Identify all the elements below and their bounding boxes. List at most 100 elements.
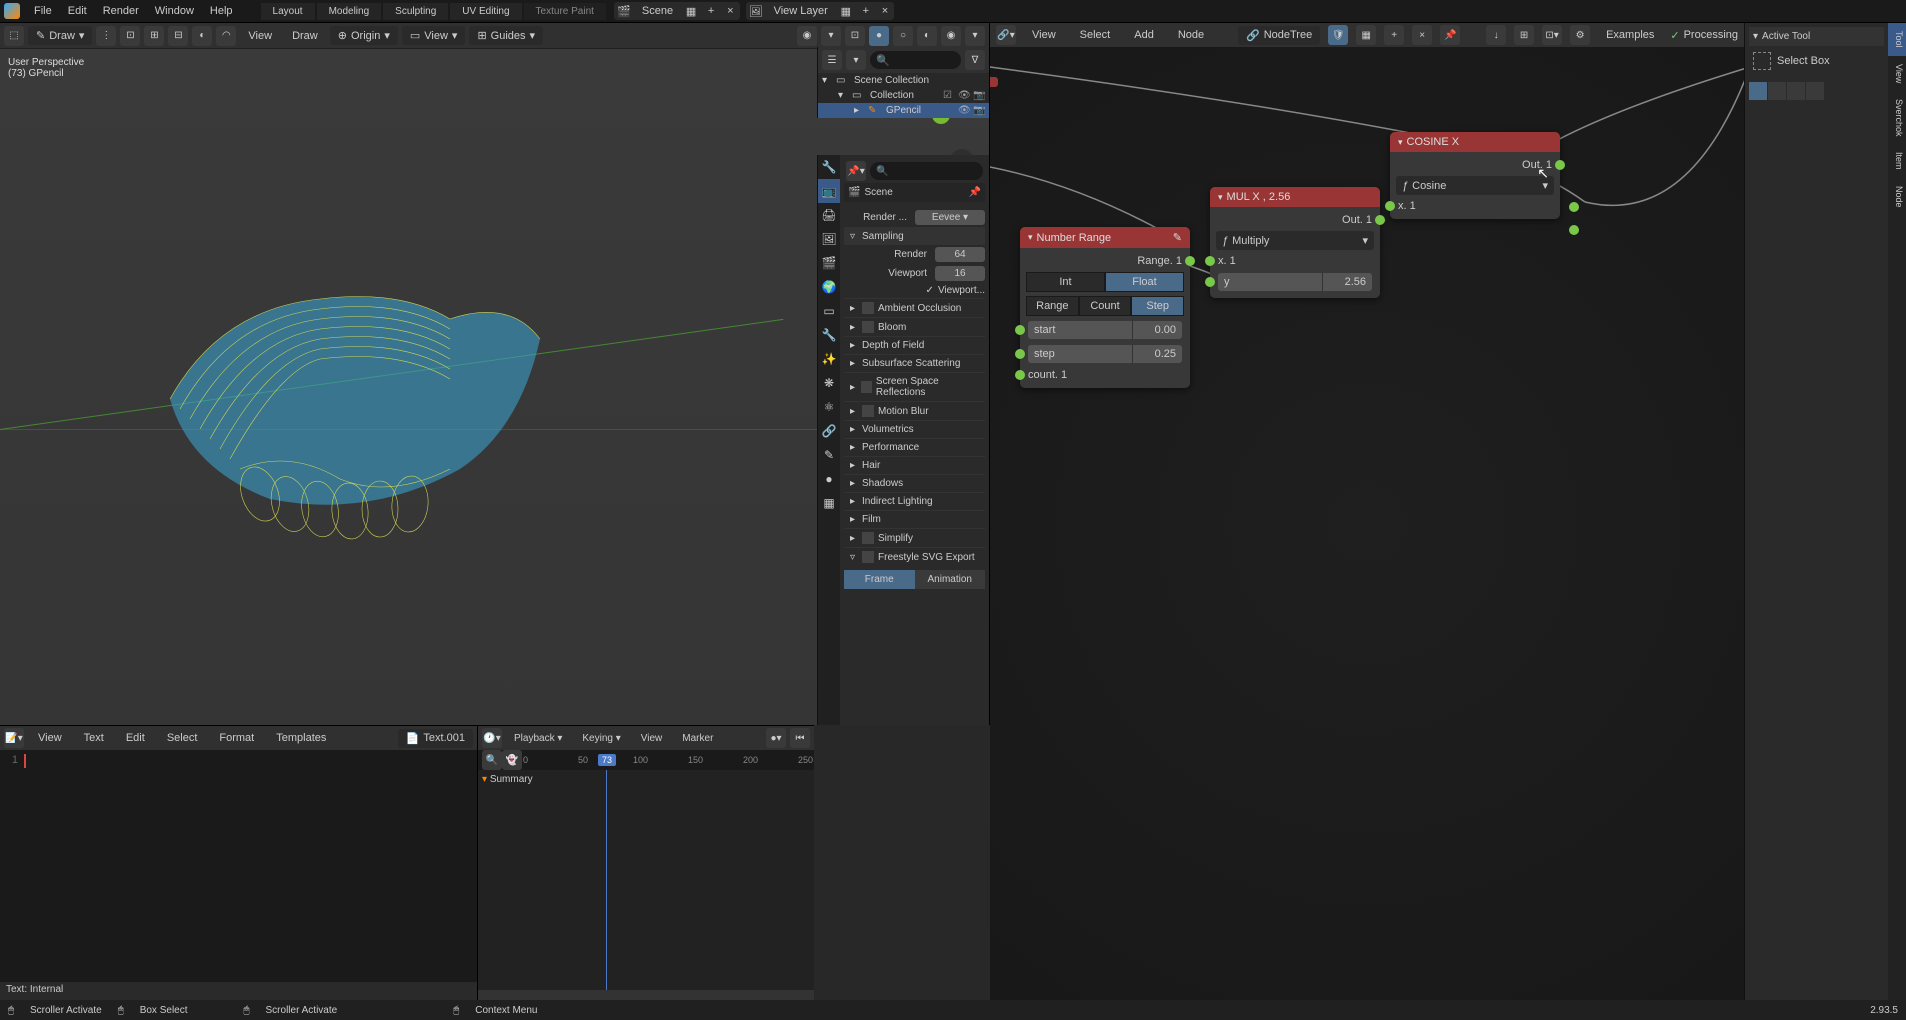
ne-node[interactable]: Node bbox=[1170, 26, 1212, 44]
curve-icon[interactable]: ◠ bbox=[216, 26, 236, 46]
prop-tab-particles[interactable]: ❋ bbox=[818, 371, 840, 395]
shading-render-icon[interactable]: ◉ bbox=[941, 26, 961, 46]
ne-new-icon[interactable]: + bbox=[1384, 25, 1404, 45]
prop-dof[interactable]: Depth of Field bbox=[862, 340, 924, 351]
camera-vis-icon[interactable]: 📷 bbox=[973, 105, 985, 116]
prop-film[interactable]: Film bbox=[862, 514, 881, 525]
select-mode-1[interactable] bbox=[1749, 82, 1767, 100]
eye-icon[interactable]: 👁 bbox=[958, 90, 970, 101]
pin-icon[interactable]: 📌 bbox=[1440, 25, 1460, 45]
socket-start[interactable] bbox=[1015, 325, 1025, 335]
outliner-display-icon[interactable]: ▾ bbox=[846, 50, 866, 70]
overlay2-icon[interactable]: ▾ bbox=[821, 26, 841, 46]
viewport-samples-value[interactable]: 16 bbox=[935, 266, 985, 281]
node-cosine-x[interactable]: ▾COSINE X Out. 1 ƒCosine▾ x. 1 bbox=[1390, 132, 1560, 219]
tl-playback[interactable]: Playback ▾ bbox=[506, 730, 570, 747]
start-value[interactable]: 0.00 bbox=[1132, 321, 1182, 339]
pin-icon[interactable]: 📌 bbox=[969, 187, 981, 198]
scene-browse-icon[interactable]: ▦ bbox=[681, 5, 701, 18]
timeline-body[interactable]: ▾ Summary bbox=[478, 770, 814, 990]
prop-ambient-occlusion[interactable]: Ambient Occlusion bbox=[878, 303, 961, 314]
shading-material-icon[interactable]: ◐ bbox=[917, 26, 937, 46]
scene-remove-icon[interactable]: × bbox=[721, 5, 739, 17]
node-mul-x[interactable]: ▾MUL X , 2.56 Out. 1 ƒMultiply▾ x. 1 y2.… bbox=[1210, 187, 1380, 298]
step-value[interactable]: 0.25 bbox=[1132, 345, 1182, 363]
prop-ssr[interactable]: Screen Space Reflections bbox=[876, 376, 979, 398]
socket-count[interactable] bbox=[1015, 370, 1025, 380]
ne-remove-icon[interactable]: × bbox=[1412, 25, 1432, 45]
step-label[interactable]: step bbox=[1028, 345, 1132, 363]
shading-wire-icon[interactable]: ○ bbox=[893, 26, 913, 46]
tl-type-icon[interactable]: 🕐▾ bbox=[482, 728, 502, 748]
prop-bloom[interactable]: Bloom bbox=[878, 322, 906, 333]
tl-keying[interactable]: Keying ▾ bbox=[574, 730, 628, 747]
start-label[interactable]: start bbox=[1028, 321, 1132, 339]
playhead[interactable] bbox=[606, 770, 607, 990]
prop-pin-icon[interactable]: 📌▾ bbox=[846, 161, 866, 181]
nodetree-selector[interactable]: 🔗NodeTree bbox=[1238, 26, 1320, 45]
overlay-icon[interactable]: ◉ bbox=[797, 26, 817, 46]
prop-tab-render[interactable]: 📺 bbox=[818, 179, 840, 203]
node-canvas[interactable]: ▾Number Range✎ Range. 1 Int Float Range … bbox=[990, 47, 1744, 1000]
prop-frame-btn[interactable]: Frame bbox=[844, 570, 915, 589]
prop-tab-constraint[interactable]: 🔗 bbox=[818, 419, 840, 443]
socket-in-external[interactable] bbox=[1569, 202, 1579, 212]
render-engine-dropdown[interactable]: Eevee ▾ bbox=[915, 210, 985, 225]
prop-performance[interactable]: Performance bbox=[862, 442, 919, 453]
ne-opt4-icon[interactable]: ⚙ bbox=[1570, 25, 1590, 45]
workspace-tab-sculpting[interactable]: Sculpting bbox=[383, 3, 448, 20]
function-dropdown[interactable]: ƒCosine▾ bbox=[1396, 176, 1554, 195]
prop-shadows[interactable]: Shadows bbox=[862, 478, 903, 489]
select-mode-4[interactable] bbox=[1806, 82, 1824, 100]
tool-settings-icon[interactable]: ⋮ bbox=[96, 26, 116, 46]
simplify-checkbox[interactable] bbox=[862, 532, 874, 544]
te-text[interactable]: Text bbox=[76, 729, 112, 747]
workspace-tab-texture[interactable]: Texture Paint bbox=[524, 3, 606, 20]
view-dropdown[interactable]: ▭View▾ bbox=[402, 26, 466, 45]
socket-x[interactable] bbox=[1205, 256, 1215, 266]
outliner-search[interactable]: 🔍 bbox=[870, 51, 961, 69]
te-view[interactable]: View bbox=[30, 729, 70, 747]
pivot-icon[interactable]: ◐ bbox=[192, 26, 212, 46]
prop-sss[interactable]: Subsurface Scattering bbox=[862, 358, 960, 369]
editor-type-icon[interactable]: ⬚ bbox=[4, 26, 24, 46]
current-frame[interactable]: 73 bbox=[598, 754, 616, 766]
shield-icon[interactable]: 🛡 bbox=[1328, 25, 1348, 45]
summary-arrow[interactable]: ▾ bbox=[482, 774, 487, 785]
y-value[interactable]: 2.56 bbox=[1322, 273, 1372, 291]
tl-autokey-icon[interactable]: ●▾ bbox=[766, 728, 786, 748]
socket-out[interactable] bbox=[1555, 160, 1565, 170]
prop-tab-physics[interactable]: ⚛ bbox=[818, 395, 840, 419]
shading-solid-icon[interactable]: ● bbox=[869, 26, 889, 46]
btn-count[interactable]: Count bbox=[1079, 296, 1132, 316]
outliner-collection[interactable]: ▾▭ Collection ☑👁📷 bbox=[818, 88, 989, 103]
te-edit[interactable]: Edit bbox=[118, 729, 153, 747]
prop-freestyle-svg[interactable]: Freestyle SVG Export bbox=[878, 552, 975, 563]
camera-vis-icon[interactable]: 📷 bbox=[973, 90, 985, 101]
prop-tab-output[interactable]: 🖨 bbox=[818, 203, 840, 227]
ne-select[interactable]: Select bbox=[1072, 26, 1119, 44]
viewlayer-remove-icon[interactable]: × bbox=[876, 5, 894, 17]
view-menu[interactable]: View bbox=[240, 27, 280, 45]
sidetab-node[interactable]: Node bbox=[1888, 178, 1906, 216]
ssr-checkbox[interactable] bbox=[861, 381, 872, 393]
origin-dropdown[interactable]: ⊕Origin▾ bbox=[330, 26, 398, 45]
prop-tab-tool[interactable]: 🔧 bbox=[818, 155, 840, 179]
prop-tab-data[interactable]: ✎ bbox=[818, 443, 840, 467]
viewlayer-new-icon[interactable]: + bbox=[856, 5, 876, 17]
btn-float[interactable]: Float bbox=[1105, 272, 1184, 292]
socket-out[interactable] bbox=[1185, 256, 1195, 266]
active-tool-header[interactable]: Active Tool bbox=[1762, 31, 1810, 42]
node-number-range[interactable]: ▾Number Range✎ Range. 1 Int Float Range … bbox=[1020, 227, 1190, 388]
scene-name[interactable]: Scene bbox=[634, 2, 681, 20]
sidetab-view[interactable]: View bbox=[1888, 56, 1906, 91]
socket-step[interactable] bbox=[1015, 349, 1025, 359]
socket-out[interactable] bbox=[1375, 215, 1385, 225]
guides-dropdown[interactable]: ⊞Guides▾ bbox=[469, 26, 543, 45]
render-samples-value[interactable]: 64 bbox=[935, 247, 985, 262]
edit-icon[interactable]: ✎ bbox=[1173, 231, 1182, 244]
btn-step[interactable]: Step bbox=[1131, 296, 1184, 316]
ao-checkbox[interactable] bbox=[862, 302, 874, 314]
ne-add[interactable]: Add bbox=[1126, 26, 1162, 44]
scene-new-icon[interactable]: + bbox=[701, 5, 721, 17]
